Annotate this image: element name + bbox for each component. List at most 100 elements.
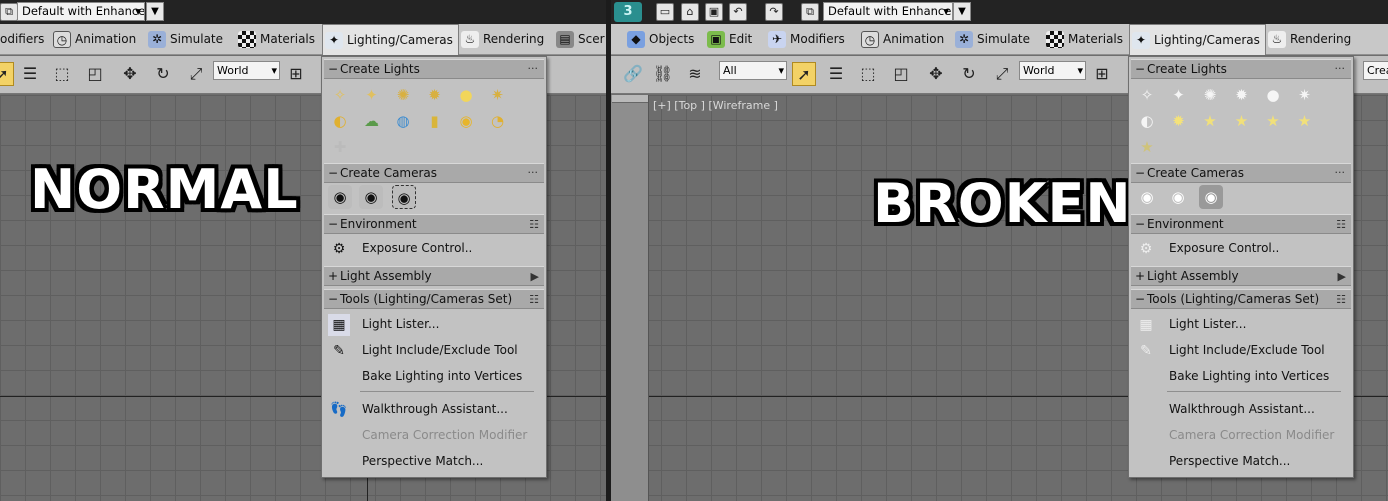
- create-cameras-header[interactable]: − Create Cameras ···: [324, 163, 544, 183]
- qa-menu-button[interactable]: ▼: [953, 2, 971, 21]
- rect-selection-icon[interactable]: ⬚: [50, 62, 74, 86]
- bake-lighting-item[interactable]: Bake Lighting into Vertices: [1129, 364, 1353, 390]
- skylight-icon[interactable]: ✷: [1293, 83, 1317, 107]
- target-camera-icon[interactable]: ◉: [1135, 185, 1159, 209]
- perspective-match-item[interactable]: Perspective Match...: [1129, 449, 1353, 475]
- tab-lighting-cameras[interactable]: ✦ Lighting/Cameras: [1129, 24, 1266, 55]
- select-object-tool[interactable]: ➚: [0, 62, 14, 86]
- sun-positioner-icon[interactable]: ◍: [391, 109, 415, 133]
- tab-simulate[interactable]: ✲ Simulate: [953, 24, 1035, 55]
- qa-menu-button[interactable]: ▼: [146, 2, 164, 21]
- perspective-match-item[interactable]: Perspective Match...: [322, 449, 546, 475]
- sunlight-icon[interactable]: ✹: [1167, 109, 1191, 133]
- star-dim-icon[interactable]: ★: [1135, 135, 1159, 159]
- unlink-icon[interactable]: ⛓: [651, 62, 675, 86]
- select-by-name-icon[interactable]: ☰: [18, 62, 42, 86]
- move-icon[interactable]: ✥: [924, 62, 948, 86]
- light-add-icon[interactable]: ✚: [328, 135, 352, 159]
- mr-area-spot-icon[interactable]: ◐: [1135, 109, 1159, 133]
- tab-objects[interactable]: ◆ Objects: [625, 24, 699, 55]
- select-object-tool[interactable]: ➚: [792, 62, 816, 86]
- coord-system-select[interactable]: World: [213, 61, 280, 80]
- app-logo-icon[interactable]: 3: [614, 2, 642, 22]
- open-file-icon[interactable]: ⌂: [681, 3, 699, 21]
- new-file-icon[interactable]: ▭: [656, 3, 674, 21]
- environment-header[interactable]: − Environment ☷: [1131, 214, 1351, 234]
- exposure-control-item[interactable]: ⚙ Exposure Control..: [322, 236, 546, 262]
- free-direct-icon[interactable]: ✹: [423, 83, 447, 107]
- tab-modifiers[interactable]: odifiers: [0, 24, 49, 55]
- skylight-icon[interactable]: ✷: [486, 83, 510, 107]
- free-spot-icon[interactable]: ✦: [1167, 83, 1191, 107]
- target-direct-icon[interactable]: ✺: [391, 83, 415, 107]
- star-icon[interactable]: ★: [1198, 109, 1222, 133]
- named-selection-set[interactable]: Crea: [1363, 61, 1388, 80]
- create-lights-header[interactable]: − Create Lights ···: [324, 59, 544, 79]
- undo-icon[interactable]: ↶: [729, 3, 747, 21]
- mr-area-spot-icon[interactable]: ◐: [328, 109, 352, 133]
- redo-icon[interactable]: ↷: [765, 3, 783, 21]
- light-lister-item[interactable]: ▦ Light Lister...: [1129, 312, 1353, 338]
- tab-rendering[interactable]: ♨ Rendering: [1266, 24, 1356, 55]
- pivot-icon[interactable]: ⊞: [1090, 62, 1114, 86]
- tab-edit[interactable]: ▣ Edit: [705, 24, 757, 55]
- target-direct-icon[interactable]: ✺: [1198, 83, 1222, 107]
- mr-sky-portal-icon[interactable]: ☁: [360, 109, 384, 133]
- window-crossing-icon[interactable]: ◰: [889, 62, 913, 86]
- bake-lighting-item[interactable]: Bake Lighting into Vertices: [322, 364, 546, 390]
- physical-camera-icon[interactable]: ◉: [1199, 185, 1223, 209]
- link-icon[interactable]: 🔗: [621, 62, 645, 86]
- star-icon[interactable]: ★: [1261, 109, 1285, 133]
- selection-filter-select[interactable]: All: [719, 61, 787, 80]
- walkthrough-item[interactable]: 👣 Walkthrough Assistant...: [322, 397, 546, 423]
- select-by-name-icon[interactable]: ☰: [824, 62, 848, 86]
- save-icon[interactable]: ▣: [705, 3, 723, 21]
- mr-area-omni-icon[interactable]: ◉: [454, 109, 478, 133]
- window-crossing-icon[interactable]: ◰: [83, 62, 107, 86]
- walkthrough-item[interactable]: Walkthrough Assistant...: [1129, 397, 1353, 423]
- bind-spacewarp-icon[interactable]: ≋: [683, 62, 707, 86]
- star-icon[interactable]: ★: [1293, 109, 1317, 133]
- target-spot-icon[interactable]: ✧: [1135, 83, 1159, 107]
- free-camera-icon[interactable]: ◉: [1166, 185, 1190, 209]
- tab-animation[interactable]: ◷ Animation: [51, 24, 141, 55]
- move-icon[interactable]: ✥: [118, 62, 142, 86]
- coord-system-select[interactable]: World: [1019, 61, 1086, 80]
- physical-camera-icon[interactable]: ◉: [392, 185, 416, 209]
- tab-lighting-cameras[interactable]: ✦ Lighting/Cameras: [322, 24, 459, 55]
- tools-header[interactable]: − Tools (Lighting/Cameras Set) ☷: [324, 289, 544, 309]
- tab-rendering[interactable]: ♨ Rendering: [459, 24, 549, 55]
- scale-icon[interactable]: ⤢: [184, 62, 208, 86]
- target-spot-icon[interactable]: ✧: [328, 83, 352, 107]
- rotate-icon[interactable]: ↻: [151, 62, 175, 86]
- environment-header[interactable]: − Environment ☷: [324, 214, 544, 234]
- rect-selection-icon[interactable]: ⬚: [856, 62, 880, 86]
- exposure-control-item[interactable]: ⚙ Exposure Control..: [1129, 236, 1353, 262]
- create-lights-header[interactable]: − Create Lights ···: [1131, 59, 1351, 79]
- tools-header[interactable]: − Tools (Lighting/Cameras Set) ☷: [1131, 289, 1351, 309]
- include-exclude-item[interactable]: ✎ Light Include/Exclude Tool: [322, 338, 546, 364]
- tab-modifiers[interactable]: ✈ Modifiers: [766, 24, 850, 55]
- viewport-label[interactable]: [+] [Top ] [Wireframe ]: [653, 99, 778, 112]
- omni-icon[interactable]: ●: [454, 83, 478, 107]
- tab-scene[interactable]: ▤ Scer: [554, 24, 606, 55]
- rotate-icon[interactable]: ↻: [957, 62, 981, 86]
- tab-materials[interactable]: Materials: [236, 24, 320, 55]
- workspace-selector[interactable]: Default with Enhance ▾: [823, 2, 953, 21]
- daylight-icon[interactable]: ◔: [486, 109, 510, 133]
- light-lister-item[interactable]: ▦ Light Lister...: [322, 312, 546, 338]
- tab-simulate[interactable]: ✲ Simulate: [146, 24, 228, 55]
- star-icon[interactable]: ★: [1230, 109, 1254, 133]
- workspace-selector[interactable]: Default with Enhance ▾: [17, 2, 145, 21]
- include-exclude-item[interactable]: ✎ Light Include/Exclude Tool: [1129, 338, 1353, 364]
- photometric-web-icon[interactable]: ▮: [423, 109, 447, 133]
- tab-animation[interactable]: ◷ Animation: [859, 24, 949, 55]
- light-assembly-header[interactable]: + Light Assembly ▶: [1131, 266, 1351, 286]
- scale-icon[interactable]: ⤢: [990, 62, 1014, 86]
- create-cameras-header[interactable]: − Create Cameras ···: [1131, 163, 1351, 183]
- pivot-icon[interactable]: ⊞: [284, 62, 308, 86]
- omni-icon[interactable]: ●: [1261, 83, 1285, 107]
- tab-materials[interactable]: Materials: [1044, 24, 1128, 55]
- free-spot-icon[interactable]: ✦: [360, 83, 384, 107]
- free-camera-icon[interactable]: ◉: [359, 185, 383, 209]
